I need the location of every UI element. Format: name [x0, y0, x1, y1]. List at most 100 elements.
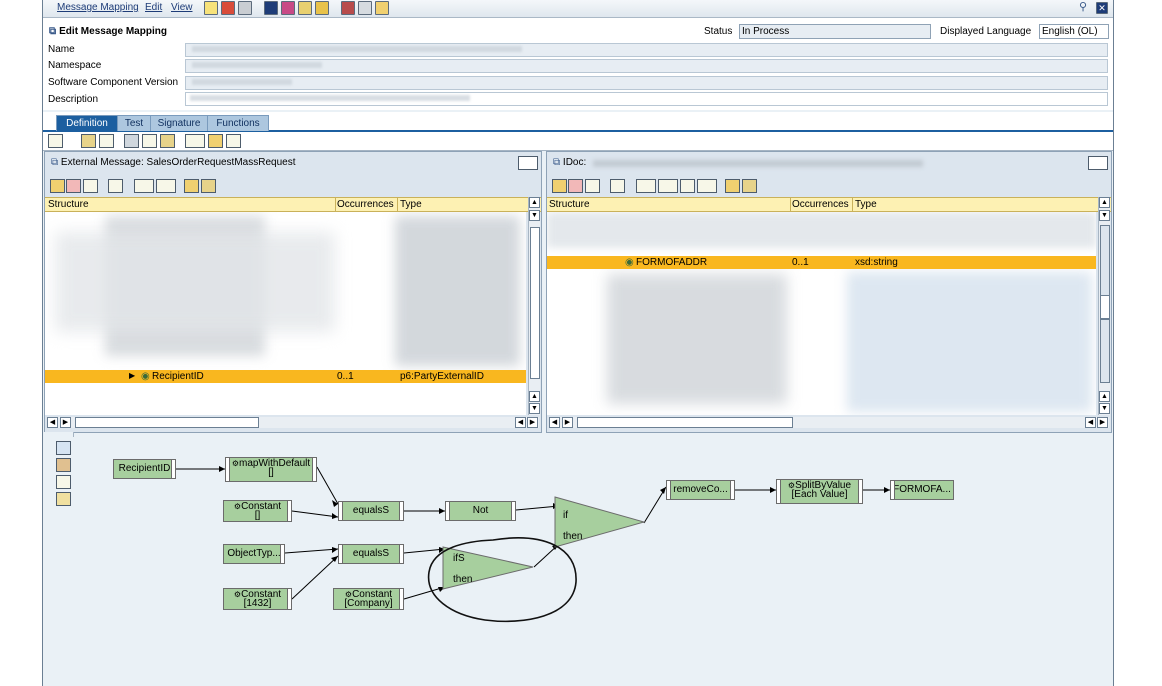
window-icon[interactable]	[226, 134, 241, 148]
scroll-up-icon[interactable]: ▲	[1099, 391, 1110, 402]
scroll-left-icon[interactable]: ◀	[515, 417, 526, 428]
split-view-icon[interactable]	[81, 134, 96, 148]
find-icon[interactable]	[184, 179, 199, 193]
dropdown-icon[interactable]	[697, 179, 717, 193]
pane-options-icon[interactable]	[518, 156, 538, 170]
collapse-icon[interactable]	[156, 179, 176, 193]
scroll-left-icon[interactable]: ◀	[47, 417, 58, 428]
swcv-field[interactable]	[185, 76, 1108, 90]
node-splitbyvalue[interactable]: ⚙SplitByValue [Each Value]	[776, 479, 863, 504]
target-vscrollbar[interactable]: ▲ ▼ ▲ ▼	[1098, 197, 1110, 415]
close-icon[interactable]: ✕	[1096, 2, 1108, 14]
expand-icon[interactable]	[134, 179, 154, 193]
navigate-icon[interactable]	[201, 179, 216, 193]
scroll-thumb[interactable]	[530, 227, 540, 379]
navigate-icon[interactable]	[742, 179, 757, 193]
select-tool-icon[interactable]	[56, 441, 71, 455]
menu-edit[interactable]: Edit	[145, 2, 162, 13]
expand-arrow-icon[interactable]: ▶	[129, 371, 135, 380]
pen-tool-icon[interactable]	[56, 458, 71, 472]
scroll-up-icon[interactable]: ▲	[529, 391, 540, 402]
target-selected-row[interactable]: ◉ FORMOFADDR 0..1 xsd:string	[547, 256, 1096, 269]
tab-signature[interactable]: Signature	[150, 115, 208, 131]
where-used-icon[interactable]	[315, 1, 329, 15]
link-icon[interactable]	[208, 134, 223, 148]
mapping-canvas[interactable]: RecipientID ⚙mapWithDefault[] ⚙Constant[…	[73, 437, 1113, 686]
description-field[interactable]	[185, 92, 1108, 106]
xml-icon[interactable]	[83, 179, 98, 193]
target-hscrollbar[interactable]: ◀ ▶ ◀ ▶	[549, 417, 1109, 428]
tab-functions[interactable]: Functions	[207, 115, 269, 131]
node-mapwithdefault[interactable]: ⚙mapWithDefault[]	[225, 457, 317, 482]
document-icon[interactable]	[142, 134, 157, 148]
pin-icon[interactable]: ⚲	[1079, 2, 1089, 13]
layout-icon[interactable]	[48, 134, 63, 148]
hierarchy-icon[interactable]	[298, 1, 312, 15]
edit-icon[interactable]	[204, 1, 218, 15]
grid-icon[interactable]	[66, 179, 81, 193]
menu-view[interactable]: View	[171, 2, 193, 13]
filter-icon[interactable]	[610, 179, 625, 193]
scroll-up-icon[interactable]: ▲	[1099, 197, 1110, 208]
scroll-down-icon[interactable]: ▼	[529, 210, 540, 221]
node-constant-1432[interactable]: ⚙Constant [1432]	[223, 588, 292, 610]
scroll-left-icon[interactable]: ◀	[549, 417, 560, 428]
scroll-right-icon[interactable]: ▶	[527, 417, 538, 428]
node-objecttype[interactable]: ObjectTyp...	[223, 544, 285, 564]
node-equals-2[interactable]: equalsS	[338, 544, 404, 564]
find-icon[interactable]	[725, 179, 740, 193]
save-icon[interactable]	[221, 1, 235, 15]
scroll-thumb-upper[interactable]	[1100, 225, 1110, 297]
collapse-icon[interactable]	[658, 179, 678, 193]
scroll-right-icon[interactable]: ▶	[60, 417, 71, 428]
namespace-field[interactable]	[185, 59, 1108, 73]
name-label: Name	[48, 44, 75, 55]
name-field[interactable]	[185, 43, 1108, 57]
scroll-up-icon[interactable]: ▲	[529, 197, 540, 208]
scroll-thumb[interactable]	[1100, 295, 1110, 319]
scroll-down-icon[interactable]: ▼	[529, 403, 540, 414]
hscroll-thumb[interactable]	[577, 417, 793, 428]
node-target-formofaddr[interactable]: FORMOFA...	[890, 480, 954, 500]
help-icon[interactable]	[375, 1, 389, 15]
node-removecontext[interactable]: removeCo...	[666, 480, 735, 500]
table-view-icon[interactable]	[160, 134, 175, 148]
node-constant-company[interactable]: ⚙Constant [Company]	[333, 588, 404, 610]
document-icon[interactable]	[680, 179, 695, 193]
scroll-right-icon[interactable]: ▶	[562, 417, 573, 428]
grid-icon[interactable]	[568, 179, 583, 193]
tab-definition[interactable]: Definition	[56, 115, 118, 131]
source-vscrollbar[interactable]: ▲ ▼ ▲ ▼	[528, 197, 540, 415]
hscroll-thumb[interactable]	[75, 417, 259, 428]
xml-icon[interactable]	[585, 179, 600, 193]
tree-icon[interactable]	[50, 179, 65, 193]
pane-options-icon[interactable]	[1088, 156, 1108, 170]
node-equals-1[interactable]: equalsS	[338, 501, 404, 521]
copy-icon[interactable]	[238, 1, 252, 15]
node-recipientid[interactable]: RecipientID	[113, 459, 176, 479]
activate-icon[interactable]	[281, 1, 295, 15]
filter-icon[interactable]	[108, 179, 123, 193]
dependency-icon[interactable]	[185, 134, 205, 148]
scroll-right-icon[interactable]: ▶	[1097, 417, 1108, 428]
node-constant-empty[interactable]: ⚙Constant[]	[223, 500, 292, 522]
language-select[interactable]: English (OL)	[1039, 24, 1109, 39]
source-hscrollbar[interactable]: ◀ ▶ ◀ ▶	[47, 417, 539, 428]
scroll-thumb-lower[interactable]	[1100, 319, 1110, 383]
table-icon[interactable]	[358, 1, 372, 15]
menu-message-mapping[interactable]: Message Mapping	[57, 2, 139, 13]
scroll-left-icon[interactable]: ◀	[1085, 417, 1096, 428]
scroll-down-icon[interactable]: ▼	[1099, 403, 1110, 414]
settings-icon[interactable]	[124, 134, 139, 148]
tree-icon[interactable]	[552, 179, 567, 193]
delete-icon[interactable]	[99, 134, 114, 148]
expand-icon[interactable]	[636, 179, 656, 193]
scroll-down-icon[interactable]: ▼	[1099, 210, 1110, 221]
tab-test[interactable]: Test	[117, 115, 151, 131]
clipboard-icon[interactable]	[56, 492, 71, 506]
function-tool-icon[interactable]	[56, 475, 71, 489]
source-selected-row[interactable]: ▶ ◉ RecipientID 0..1 p6:PartyExternalID	[45, 370, 526, 383]
info-icon[interactable]	[264, 1, 278, 15]
print-icon[interactable]	[341, 1, 355, 15]
node-not[interactable]: Not	[445, 501, 516, 521]
